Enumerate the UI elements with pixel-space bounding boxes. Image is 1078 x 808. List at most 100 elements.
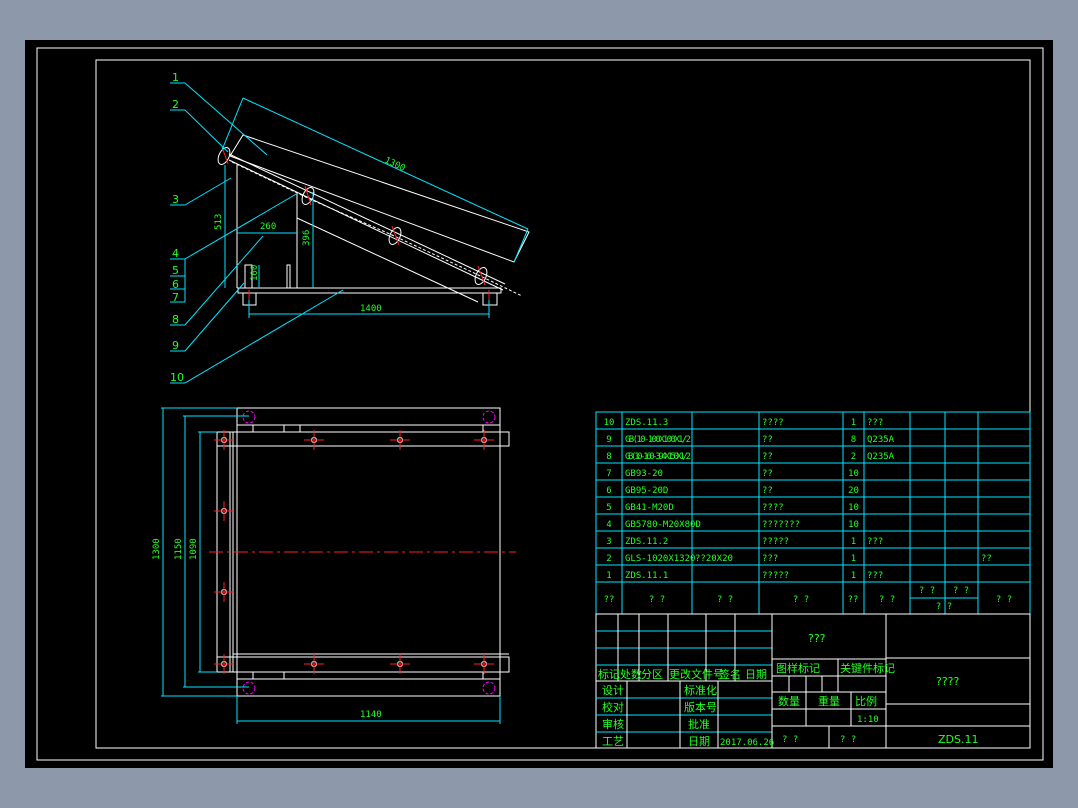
rev-sign: 签名 [719, 667, 741, 681]
table-cell: 9 [606, 435, 611, 445]
sheet-number: ? ? [840, 735, 856, 745]
table-cell: ?? [762, 486, 773, 496]
table-cell: GB95-20D [625, 486, 668, 496]
dim-outer: 1300 [152, 538, 162, 560]
table-header-cell: ? ? [879, 595, 895, 605]
dim-mid-height: 396 [302, 230, 312, 246]
table-cell: ??? [867, 571, 883, 581]
callout-4: 4 [172, 247, 179, 260]
rev-date: 日期 [745, 668, 767, 681]
drawing-canvas [25, 40, 1053, 768]
version-label: 版本号 [684, 700, 717, 714]
callout-1: 1 [172, 71, 179, 84]
rev-mark: 标记 [598, 667, 620, 681]
table-cell: ??????? [762, 520, 800, 530]
table-cell: 1 [851, 418, 856, 428]
table-cell: 5 [606, 503, 611, 513]
scale-value: 1:10 [857, 715, 879, 725]
dim-width: 260 [260, 222, 276, 232]
table-cell: 1 [851, 571, 856, 581]
table-header-cell: ? ? [919, 586, 935, 596]
callout-6: 6 [172, 278, 179, 291]
dim-plan-width: 1140 [360, 710, 382, 720]
dim-middle: 1150 [174, 538, 184, 560]
table-cell: 1 [851, 537, 856, 547]
company: ???? [936, 675, 960, 688]
callout-9: 9 [172, 339, 179, 352]
table-header-cell: ? ? [649, 595, 665, 605]
callout-5: 5 [172, 264, 179, 277]
rev-count: 处数 [620, 668, 642, 681]
dim-base: 1400 [360, 304, 382, 314]
cad-drawing: 1300 513 260 396 100 1400 1 2 3 4 5 6 7 [0, 0, 1078, 808]
design-label: 设计 [602, 684, 624, 697]
table-cell: ????? [762, 537, 789, 547]
table-cell: 4 [606, 520, 611, 530]
table-header-cell: ? ? [717, 595, 733, 605]
table-cell: GB41-M20D [625, 503, 674, 513]
table-cell: 8 [851, 435, 856, 445]
table-cell: ???? [762, 418, 784, 428]
stage-mark-label: 图样标记 [776, 661, 820, 675]
table-header-cell: ?? [848, 595, 859, 605]
callout-8: 8 [172, 313, 179, 326]
table-cell: ZDS.11.2 [625, 537, 668, 547]
callout-2: 2 [172, 98, 179, 111]
weight-label: 重量 [818, 694, 840, 708]
review-label: 审核 [602, 717, 624, 731]
table-header-cell: ? ? [953, 586, 969, 596]
table-cell: ZDS.11.1 [625, 571, 668, 581]
process-label: 工艺 [602, 735, 624, 748]
table-cell: Q235A [867, 435, 895, 445]
table-cell: 7 [606, 469, 611, 479]
quantity-label: 数量 [778, 695, 800, 708]
table-cell: Q235A [867, 452, 895, 462]
table-cell: 1 [851, 554, 856, 564]
table-cell: 2 [606, 554, 611, 564]
table-cell: GB93-20 [625, 469, 663, 479]
dim-height: 513 [214, 214, 224, 230]
approve-label: 批准 [688, 717, 710, 731]
scale-label: 比例 [855, 694, 877, 708]
table-cell: ???? [762, 503, 784, 513]
table-cell: ZDS.11.3 [625, 418, 668, 428]
table-cell: 10 [848, 520, 859, 530]
key-mark-label: 关键件标记 [840, 661, 895, 675]
table-cell: ??? [762, 554, 778, 564]
sheet-total: ? ? [782, 735, 798, 745]
table-header-cell: ? ? [793, 595, 809, 605]
table-cell: ??20X20 [695, 554, 733, 564]
table-header-cell: ?? [604, 595, 615, 605]
table-cell: ?? [981, 554, 992, 564]
standard-label: 标准化 [684, 683, 717, 697]
table-header-cell: ? ? [936, 602, 952, 612]
table-cell: 20 [848, 486, 859, 496]
callout-3: 3 [172, 193, 179, 206]
table-cell: 10 [604, 418, 615, 428]
table-cell: ??? [867, 537, 883, 547]
table-cell: ????? [762, 571, 789, 581]
table-cell: 3 [606, 537, 611, 547]
rev-doc: 更改文件号 [669, 667, 724, 681]
dim-foot: 100 [250, 265, 260, 281]
table-cell: ?? [762, 452, 773, 462]
table-cell: 1 [606, 571, 611, 581]
table-header-cell: ? ? [996, 595, 1012, 605]
table-cell: 6 [606, 486, 611, 496]
table-cell: ?? [762, 435, 773, 445]
rev-zone: 分区 [641, 668, 663, 681]
table-cell: 10 [848, 503, 859, 513]
drawing-number: ZDS.11 [938, 733, 978, 746]
callout-10: 10 [170, 371, 184, 384]
table-cell: 10 [848, 469, 859, 479]
table-cell: GB5780-M20X80D [625, 520, 701, 530]
table-cell: GB(10-100X100X1/2 [625, 435, 691, 445]
date-label: 日期 [688, 735, 710, 748]
table-cell: GLS-1020X1320 [625, 554, 695, 564]
callout-7: 7 [172, 291, 179, 304]
table-cell: 2 [851, 452, 856, 462]
dim-inner: 1090 [189, 538, 199, 560]
table-cell: ?? [762, 469, 773, 479]
table-cell: GB(10-160-394X150X1/2 [625, 452, 691, 462]
date-value: 2017.06.26 [720, 738, 774, 748]
